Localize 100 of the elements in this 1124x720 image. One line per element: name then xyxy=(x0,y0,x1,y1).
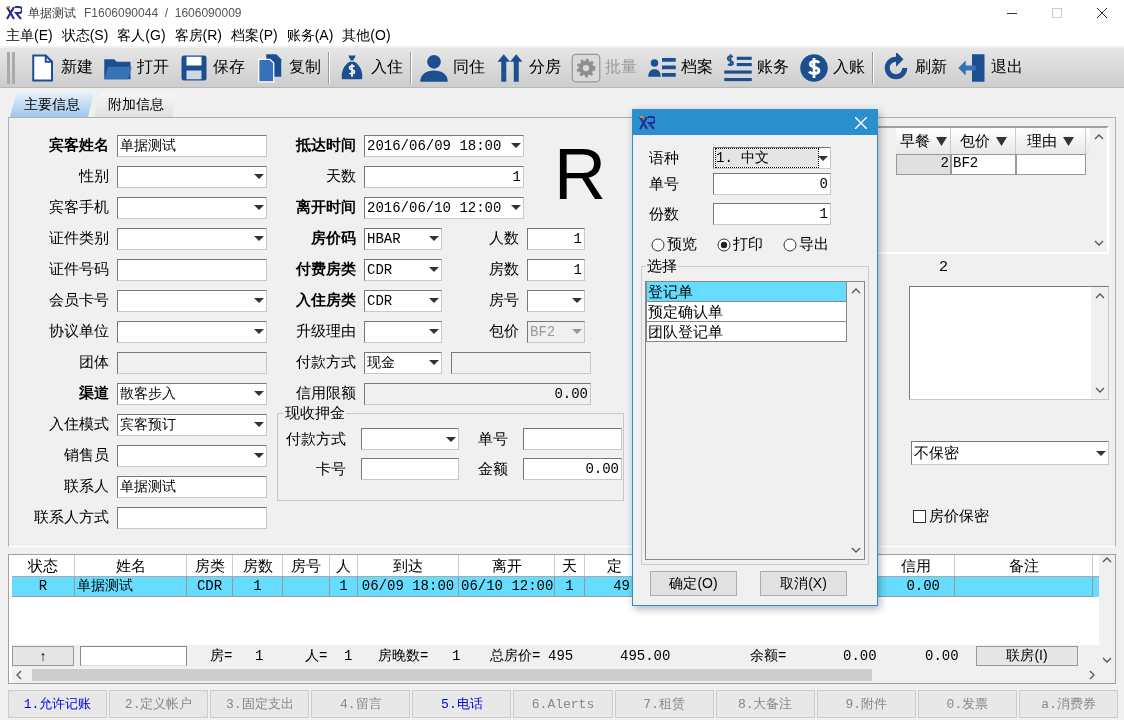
menu-item[interactable]: 其他(O) xyxy=(342,27,391,45)
up-arrow-button[interactable]: ↑ xyxy=(12,646,74,666)
vertical-scrollbar[interactable] xyxy=(1099,555,1115,683)
dropdown-field[interactable] xyxy=(364,320,442,343)
scroll-up-icon[interactable] xyxy=(850,288,861,294)
toolbar-button[interactable]: 账务 xyxy=(718,49,794,86)
column-header[interactable]: 天 xyxy=(555,555,585,576)
radio-button[interactable]: 导出 xyxy=(783,235,829,254)
text-field[interactable]: 单据测试 xyxy=(117,134,267,157)
scroll-down-icon[interactable] xyxy=(850,547,861,553)
dropdown-field[interactable]: 2016/06/09 18:00 xyxy=(364,134,524,157)
toolbar-button[interactable]: 刷新 xyxy=(876,49,952,86)
list-item[interactable]: 登记单 xyxy=(646,282,847,302)
scroll-down-icon[interactable] xyxy=(1102,657,1112,663)
status-letter: R xyxy=(554,138,606,216)
input-field[interactable] xyxy=(80,646,187,666)
dropdown-field[interactable]: HBAR xyxy=(364,227,442,250)
radio-button[interactable]: 预览 xyxy=(651,235,697,254)
list-item[interactable]: 预定确认单 xyxy=(646,302,847,322)
readonly-field[interactable]: 0.00 xyxy=(364,382,591,405)
dropdown-arrow-icon xyxy=(254,205,264,210)
horizontal-scrollbar[interactable] xyxy=(12,667,1099,683)
scroll-up-icon[interactable] xyxy=(1094,293,1105,299)
scroll-down-icon[interactable] xyxy=(1094,387,1105,393)
toolbar-button[interactable]: 同住 xyxy=(414,49,490,86)
toolbar-button[interactable]: 保存 xyxy=(174,49,250,86)
column-header[interactable]: 备注 xyxy=(955,555,1093,576)
dropdown-field[interactable]: CDR xyxy=(364,258,442,281)
dropdown-field[interactable]: CDR xyxy=(364,289,442,312)
memo-field[interactable] xyxy=(909,286,1109,400)
cancel-button[interactable]: 取消(X) xyxy=(760,571,847,596)
scroll-left-icon[interactable] xyxy=(16,670,22,680)
vertical-scrollbar[interactable] xyxy=(1091,287,1108,399)
text-field[interactable]: 1 xyxy=(364,165,524,188)
field-label: 协议单位 xyxy=(48,322,109,341)
dropdown-field[interactable] xyxy=(117,196,267,219)
menu-item[interactable]: 账务(A) xyxy=(286,27,334,45)
dropdown-field[interactable]: 不保密 xyxy=(911,441,1109,465)
column-header[interactable]: 离开 xyxy=(459,555,555,576)
text-field[interactable]: 0 xyxy=(713,173,831,195)
toolbar-button[interactable]: 入账 xyxy=(794,49,870,86)
text-field[interactable] xyxy=(117,506,267,529)
menu-item[interactable]: 档案(P) xyxy=(231,27,278,45)
scroll-up-icon[interactable] xyxy=(1093,134,1104,140)
text-field[interactable] xyxy=(361,458,459,480)
tab[interactable]: 附加信息 xyxy=(94,93,178,117)
readonly-field[interactable] xyxy=(451,351,591,374)
list-item[interactable]: 团队登记单 xyxy=(646,322,847,342)
readonly-field[interactable] xyxy=(117,351,267,374)
ok-button[interactable]: 确定(O) xyxy=(650,571,737,596)
toolbar-button[interactable]: 新建 xyxy=(22,49,98,86)
dropdown-field[interactable] xyxy=(117,165,267,188)
dropdown-field[interactable]: 1. 中文 xyxy=(713,147,831,169)
text-field[interactable]: 单据测试 xyxy=(117,475,267,498)
dropdown-field[interactable]: 现金 xyxy=(364,351,442,374)
dropdown-field[interactable]: 2016/06/10 12:00 xyxy=(364,196,524,219)
dropdown-field[interactable] xyxy=(361,428,459,450)
text-field[interactable] xyxy=(117,258,267,281)
scroll-down-icon[interactable] xyxy=(1093,240,1104,246)
toolbar-button[interactable]: 分房 xyxy=(490,49,566,86)
scroll-right-icon[interactable] xyxy=(1089,670,1095,680)
toolbar-button[interactable]: 复制 xyxy=(250,49,326,86)
column-header[interactable]: 房数 xyxy=(233,555,283,576)
tab[interactable]: 5.电话 xyxy=(412,690,512,718)
column-header[interactable]: 到达 xyxy=(358,555,459,576)
toolbar-button[interactable]: 档案 xyxy=(642,49,718,86)
column-header[interactable]: 人 xyxy=(330,555,358,576)
link-rooms-button[interactable]: 联房(I) xyxy=(976,646,1078,666)
text-field[interactable] xyxy=(523,428,622,450)
dropdown-field[interactable]: 散客步入 xyxy=(117,382,267,405)
scroll-up-icon[interactable] xyxy=(1102,557,1112,563)
text-field[interactable]: 0.00 xyxy=(523,458,622,480)
column-header[interactable]: 姓名 xyxy=(75,555,187,576)
summary-label: 人= xyxy=(305,647,329,665)
text-field[interactable]: 1 xyxy=(527,227,585,250)
dropdown-arrow-icon xyxy=(254,391,264,396)
toolbar-button[interactable]: 入住 xyxy=(332,49,408,86)
dropdown-field[interactable]: 宾客预订 xyxy=(117,413,267,436)
dropdown-field[interactable] xyxy=(527,289,585,312)
menu-item[interactable]: 客人(G) xyxy=(117,27,166,45)
radio-button[interactable]: 打印 xyxy=(717,235,763,254)
column-header[interactable]: 状态 xyxy=(12,555,75,576)
text-field[interactable]: 1 xyxy=(713,203,831,225)
menu-item[interactable]: 状态(S) xyxy=(61,27,109,45)
dropdown-field[interactable] xyxy=(117,227,267,250)
text-field[interactable]: 1 xyxy=(527,258,585,281)
toolbar-button[interactable]: 打开 xyxy=(98,49,174,86)
column-header[interactable]: 房号 xyxy=(283,555,330,576)
dropdown-field[interactable] xyxy=(117,320,267,343)
dropdown-field[interactable] xyxy=(117,289,267,312)
toolbar-button[interactable]: 退出 xyxy=(952,49,1028,86)
checkbox[interactable]: 房价保密 xyxy=(913,507,1109,526)
dropdown-field[interactable] xyxy=(117,444,267,467)
tab[interactable]: 1.允许记账 xyxy=(8,690,108,718)
menu-item[interactable]: 客房(R) xyxy=(174,27,222,45)
tab[interactable]: 主要信息 xyxy=(10,93,94,117)
column-header[interactable]: 房类 xyxy=(187,555,233,576)
menu-item[interactable]: 主单(E) xyxy=(6,27,53,45)
field-label: 会员卡号 xyxy=(48,291,109,310)
field-label: 天数 xyxy=(325,167,356,186)
